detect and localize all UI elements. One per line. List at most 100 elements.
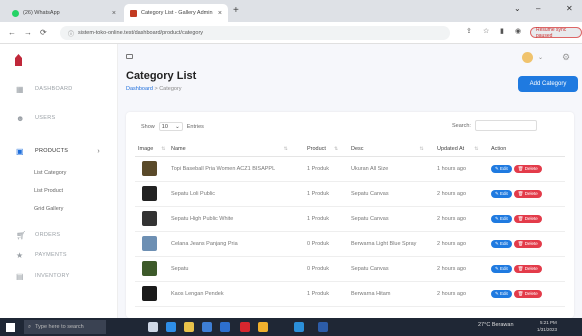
table-search: Search: bbox=[452, 120, 537, 131]
sidebar: ▦ DASHBOARD ☻ USERS ▣ PRODUCTS › List Ca… bbox=[0, 44, 118, 318]
page-title: Category List bbox=[126, 70, 197, 82]
edit-button[interactable]: ✎ Edit bbox=[491, 239, 512, 248]
file-explorer-icon[interactable] bbox=[184, 322, 194, 332]
taskbar: ⌕ Type here to search 27°C Berawan 5:21 … bbox=[0, 318, 582, 336]
column-header-image[interactable]: Image ⇅ bbox=[135, 142, 168, 157]
entries-select[interactable]: 10 ⌄ bbox=[158, 122, 183, 131]
edit-button[interactable]: ✎ Edit bbox=[491, 189, 512, 198]
row-name: Kaos Lengan Pendek bbox=[168, 281, 304, 307]
delete-button[interactable]: 🗑︎ Delete bbox=[513, 214, 542, 223]
edit-label: Edit bbox=[500, 290, 508, 296]
gear-icon[interactable]: ⚙ bbox=[562, 52, 570, 63]
back-icon[interactable]: ← bbox=[8, 28, 16, 37]
windows-start-icon[interactable] bbox=[6, 322, 15, 332]
mail-icon[interactable] bbox=[220, 322, 230, 332]
column-label: Updated At bbox=[437, 145, 465, 152]
breadcrumb-dashboard[interactable]: Dashboard bbox=[126, 86, 153, 92]
close-icon[interactable]: × bbox=[218, 10, 222, 17]
profile-icon[interactable]: ◉ bbox=[515, 27, 521, 35]
store-icon[interactable] bbox=[202, 322, 212, 332]
row-updated-at: 2 hours ago bbox=[434, 256, 488, 282]
url-input[interactable]: ⓘ sistem-toko-online.test/dashboard/prod… bbox=[60, 26, 450, 40]
weather-text[interactable]: 27°C Berawan bbox=[478, 322, 514, 328]
row-product: 0 Produk bbox=[304, 256, 348, 282]
row-image bbox=[135, 181, 168, 207]
edge-icon[interactable] bbox=[166, 322, 176, 332]
menu-toggle-icon[interactable] bbox=[126, 54, 133, 59]
row-updated-at: 1 hours ago bbox=[434, 156, 488, 182]
taskbar-search-input[interactable]: ⌕ Type here to search bbox=[24, 320, 106, 334]
sidebar-item-products[interactable]: ▣ PRODUCTS › bbox=[0, 143, 118, 159]
row-name: Topi Baseball Pria Women ACZ1 BISAPPL bbox=[168, 156, 304, 182]
forward-icon[interactable]: → bbox=[24, 28, 32, 37]
share-icon[interactable]: ⇪ bbox=[466, 27, 472, 35]
table-row: Kaos Lengan Pendek 1 Produk Berwarna Hitam… bbox=[135, 281, 565, 307]
table-header-row: Image ⇅ Name ⇅ Product ⇅ Desc ⇅ Updated At ⇅ … bbox=[135, 142, 565, 157]
edit-button[interactable]: ✎ Edit bbox=[491, 289, 512, 298]
reload-icon[interactable]: ⟳ bbox=[40, 28, 47, 37]
chrome-icon[interactable] bbox=[258, 322, 268, 332]
sidebar-item-label: DASHBOARD bbox=[35, 86, 73, 92]
category-table: Image ⇅ Name ⇅ Product ⇅ Desc ⇅ Updated At ⇅ … bbox=[135, 142, 565, 307]
chevron-down-icon[interactable]: ⌄ bbox=[538, 54, 543, 61]
category-thumbnail bbox=[142, 161, 157, 176]
main-content: ⌄ ⚙ Category List Dashboard > Category A… bbox=[118, 44, 582, 318]
row-image bbox=[135, 231, 168, 257]
star-bookmark-icon[interactable]: ☆ bbox=[483, 27, 489, 35]
row-actions: ✎ Edit 🗑︎ Delete bbox=[488, 256, 565, 282]
close-window-icon[interactable]: ✕ bbox=[566, 4, 573, 13]
row-product: 0 Produk bbox=[304, 231, 348, 257]
sync-label: Resume sync paused bbox=[536, 26, 567, 39]
column-header-updated-at[interactable]: Updated At ⇅ bbox=[434, 142, 488, 157]
logo-icon bbox=[15, 54, 22, 66]
sidebar-item-dashboard[interactable]: ▦ DASHBOARD bbox=[0, 81, 118, 97]
add-category-button[interactable]: Add Category bbox=[518, 76, 578, 92]
delete-button[interactable]: 🗑︎ Delete bbox=[513, 239, 542, 248]
sidebar-item-orders[interactable]: 🛒︎ ORDERS bbox=[0, 227, 118, 243]
task-view-icon[interactable] bbox=[148, 322, 158, 332]
tab-whatsapp[interactable]: (26) WhatsApp × bbox=[6, 4, 122, 22]
row-updated-at: 2 hours ago bbox=[434, 181, 488, 207]
edit-button[interactable]: ✎ Edit bbox=[491, 164, 512, 173]
column-header-desc[interactable]: Desc ⇅ bbox=[348, 142, 434, 157]
minimize-icon[interactable]: – bbox=[536, 4, 540, 13]
sync-paused-badge[interactable]: Resume sync paused bbox=[530, 26, 582, 39]
edit-button[interactable]: ✎ Edit bbox=[491, 264, 512, 273]
delete-button[interactable]: 🗑︎ Delete bbox=[513, 189, 542, 198]
sidebar-subitem-list-product[interactable]: List Product bbox=[34, 188, 63, 194]
category-table-card: Show 10 ⌄ Entries Search: Image ⇅ Name ⇅ P… bbox=[126, 112, 574, 318]
word-icon[interactable] bbox=[318, 322, 328, 332]
sidebar-toggle-icon[interactable]: ▮ bbox=[500, 27, 504, 35]
products-icon: ▣ bbox=[16, 146, 24, 156]
new-tab-icon[interactable]: + bbox=[233, 5, 239, 16]
edit-button[interactable]: ✎ Edit bbox=[491, 214, 512, 223]
column-header-product[interactable]: Product ⇅ bbox=[304, 142, 348, 157]
search-icon: ⌕ bbox=[28, 323, 32, 330]
sidebar-subitem-grid-gallery[interactable]: Grid Gallery bbox=[34, 206, 63, 212]
delete-button[interactable]: 🗑︎ Delete bbox=[513, 289, 542, 298]
column-label: Product bbox=[307, 145, 326, 152]
delete-button[interactable]: 🗑︎ Delete bbox=[513, 164, 542, 173]
category-thumbnail bbox=[142, 236, 157, 251]
edit-label: Edit bbox=[500, 215, 508, 221]
opera-icon[interactable] bbox=[240, 322, 250, 332]
tab-category-list[interactable]: Category List - Gallery Admin × bbox=[124, 4, 228, 22]
browser-tab-bar: (26) WhatsApp × Category List - Gallery … bbox=[0, 0, 582, 22]
close-icon[interactable]: × bbox=[112, 10, 116, 17]
sidebar-item-inventory[interactable]: ▤ INVENTORY bbox=[0, 268, 118, 284]
search-input[interactable] bbox=[474, 120, 537, 131]
column-header-name[interactable]: Name ⇅ bbox=[168, 142, 304, 157]
clock-time[interactable]: 5:21 PM bbox=[540, 320, 557, 325]
delete-button[interactable]: 🗑︎ Delete bbox=[513, 264, 542, 273]
edit-label: Edit bbox=[500, 165, 508, 171]
vscode-icon[interactable] bbox=[294, 322, 304, 332]
avatar[interactable] bbox=[522, 52, 533, 63]
edit-label: Edit bbox=[500, 190, 508, 196]
sidebar-item-users[interactable]: ☻ USERS bbox=[0, 110, 118, 126]
chevron-down-icon[interactable]: ⌄ bbox=[514, 4, 521, 13]
sidebar-subitem-list-category[interactable]: List Category bbox=[34, 170, 66, 176]
clock-date[interactable]: 1/31/2023 bbox=[537, 327, 557, 332]
sidebar-item-payments[interactable]: ★ PAYMENTS bbox=[0, 247, 118, 263]
tab-title: (26) WhatsApp bbox=[23, 10, 60, 16]
category-thumbnail bbox=[142, 261, 157, 276]
